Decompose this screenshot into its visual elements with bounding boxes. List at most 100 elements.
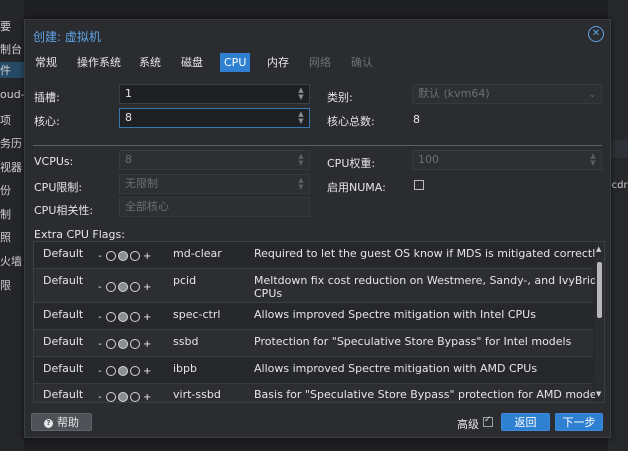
cores-input[interactable]: 8 ▲ ▼ bbox=[119, 108, 310, 128]
question-icon: ? bbox=[44, 418, 53, 428]
tab-cpu[interactable]: CPU bbox=[220, 53, 251, 72]
total-cores-value: 8 bbox=[413, 113, 420, 126]
flag-name: md-clear bbox=[173, 247, 222, 260]
spinner-icon[interactable]: ▲ ▼ bbox=[297, 153, 305, 167]
radio-default[interactable] bbox=[118, 392, 128, 402]
radio-off[interactable] bbox=[106, 366, 116, 376]
create-vm-dialog: 创建: 虚拟机 ✕ 常规 操作系统 系统 磁盘 CPU 内存 网络 确认 插槽:… bbox=[24, 19, 611, 438]
type-label: 类别: bbox=[327, 91, 353, 104]
radio-default[interactable] bbox=[118, 251, 128, 261]
radio-on[interactable] bbox=[130, 339, 140, 349]
tab-memory[interactable]: 内存 bbox=[263, 53, 293, 72]
radio-on[interactable] bbox=[130, 366, 140, 376]
radio-off[interactable] bbox=[106, 251, 116, 261]
vcpus-input[interactable]: 8 ▲ ▼ bbox=[119, 150, 310, 170]
cpu-limit-input[interactable]: 无限制 ▲ ▼ bbox=[119, 174, 310, 194]
tab-confirm[interactable]: 确认 bbox=[347, 53, 377, 72]
radio-on[interactable] bbox=[130, 392, 140, 402]
tab-general[interactable]: 常规 bbox=[31, 53, 61, 72]
bg-row bbox=[608, 140, 628, 158]
radio-off[interactable] bbox=[106, 392, 116, 402]
flag-state: Default bbox=[43, 335, 84, 348]
spinner-icon[interactable]: ▲ ▼ bbox=[297, 87, 305, 101]
plus-label: + bbox=[143, 392, 152, 403]
minus-label: - bbox=[98, 282, 102, 293]
flag-toggle[interactable]: - + bbox=[98, 364, 158, 378]
flag-desc: Meltdown fix cost reduction on Westmere,… bbox=[254, 274, 605, 287]
flags-scrollbar[interactable]: ▲ ▼ bbox=[595, 242, 604, 402]
bg-right-text: -cdr bbox=[608, 180, 628, 191]
flag-desc: Allows improved Spectre mitigation with … bbox=[254, 308, 536, 321]
radio-on[interactable] bbox=[130, 282, 140, 292]
radio-default[interactable] bbox=[118, 366, 128, 376]
cpu-type-value: 默认 (kvm64) bbox=[418, 87, 490, 100]
radio-default[interactable] bbox=[118, 282, 128, 292]
bg-sidebar-item: 要 bbox=[0, 20, 11, 33]
flag-state: Default bbox=[43, 274, 84, 287]
affinity-value: 全部核心 bbox=[125, 200, 169, 213]
radio-off[interactable] bbox=[106, 339, 116, 349]
numa-label: 启用NUMA: bbox=[327, 181, 386, 194]
minus-label: - bbox=[98, 251, 102, 262]
back-button[interactable]: 返回 bbox=[501, 413, 550, 431]
tab-system[interactable]: 系统 bbox=[135, 53, 165, 72]
flag-state: Default bbox=[43, 247, 84, 260]
flag-name: virt-ssbd bbox=[173, 388, 221, 401]
flag-name: pcid bbox=[173, 274, 197, 287]
background-right-panel: -cdr bbox=[608, 0, 628, 451]
numa-checkbox[interactable] bbox=[414, 180, 424, 190]
sockets-label: 插槽: bbox=[34, 91, 60, 104]
tab-disk[interactable]: 磁盘 bbox=[177, 53, 207, 72]
cpu-weight-input[interactable]: 100 ▲ ▼ bbox=[412, 150, 602, 170]
scroll-up-icon[interactable]: ▲ bbox=[596, 245, 601, 253]
flag-state: Default bbox=[43, 308, 84, 321]
radio-off[interactable] bbox=[106, 282, 116, 292]
radio-on[interactable] bbox=[130, 312, 140, 322]
sockets-input[interactable]: 1 ▲ ▼ bbox=[119, 84, 310, 104]
cpu-type-select[interactable]: 默认 (kvm64) ⌄ bbox=[412, 84, 602, 104]
divider bbox=[33, 145, 602, 146]
tab-os[interactable]: 操作系统 bbox=[73, 53, 125, 72]
close-icon[interactable]: ✕ bbox=[588, 26, 604, 42]
bg-sidebar-item: 视器 bbox=[0, 161, 22, 174]
flag-toggle[interactable]: - + bbox=[98, 337, 158, 351]
plus-label: + bbox=[143, 251, 152, 262]
next-button[interactable]: 下一步 bbox=[555, 413, 603, 431]
spinner-icon[interactable]: ▲ ▼ bbox=[297, 111, 305, 125]
tab-network[interactable]: 网络 bbox=[305, 53, 335, 72]
cores-label: 核心: bbox=[34, 115, 60, 128]
help-button[interactable]: ? 帮助 bbox=[31, 413, 92, 431]
advanced-label: 高级 bbox=[457, 418, 479, 431]
radio-on[interactable] bbox=[130, 251, 140, 261]
flag-toggle[interactable]: - + bbox=[98, 280, 158, 294]
sockets-value: 1 bbox=[125, 87, 132, 100]
flag-toggle[interactable]: - + bbox=[98, 249, 158, 263]
radio-default[interactable] bbox=[118, 312, 128, 322]
bg-sidebar-item: 限 bbox=[0, 279, 11, 292]
flag-toggle[interactable]: - + bbox=[98, 310, 158, 324]
bg-sidebar-item: 份 bbox=[0, 184, 11, 197]
minus-label: - bbox=[98, 366, 102, 377]
scroll-down-icon[interactable]: ▼ bbox=[596, 390, 601, 398]
affinity-input[interactable]: 全部核心 bbox=[119, 197, 310, 217]
radio-off[interactable] bbox=[106, 312, 116, 322]
scrollbar-thumb[interactable] bbox=[597, 262, 602, 318]
flag-desc: Required to let the guest OS know if MDS… bbox=[254, 247, 602, 260]
minus-label: - bbox=[98, 312, 102, 323]
radio-default[interactable] bbox=[118, 339, 128, 349]
cores-value: 8 bbox=[125, 111, 132, 124]
cpu-flags-table: Default - + md-clear Required to let the… bbox=[33, 241, 605, 403]
flag-toggle[interactable]: - + bbox=[98, 390, 158, 403]
spinner-icon[interactable]: ▲ ▼ bbox=[589, 153, 597, 167]
minus-label: - bbox=[98, 392, 102, 403]
flag-desc: Allows improved Spectre mitigation with … bbox=[254, 362, 538, 375]
table-row: Default - + virt-ssbd Basis for "Specula… bbox=[34, 384, 604, 403]
bg-sidebar-item: 项 bbox=[0, 114, 11, 127]
advanced-checkbox[interactable]: ✓ bbox=[483, 415, 493, 427]
plus-label: + bbox=[143, 282, 152, 293]
plus-label: + bbox=[143, 312, 152, 323]
table-row: Default - + ssbd Protection for "Specula… bbox=[34, 330, 593, 357]
help-label: 帮助 bbox=[57, 416, 79, 429]
spinner-icon[interactable]: ▲ ▼ bbox=[297, 177, 305, 191]
bg-sidebar-item: 件 bbox=[0, 62, 24, 78]
